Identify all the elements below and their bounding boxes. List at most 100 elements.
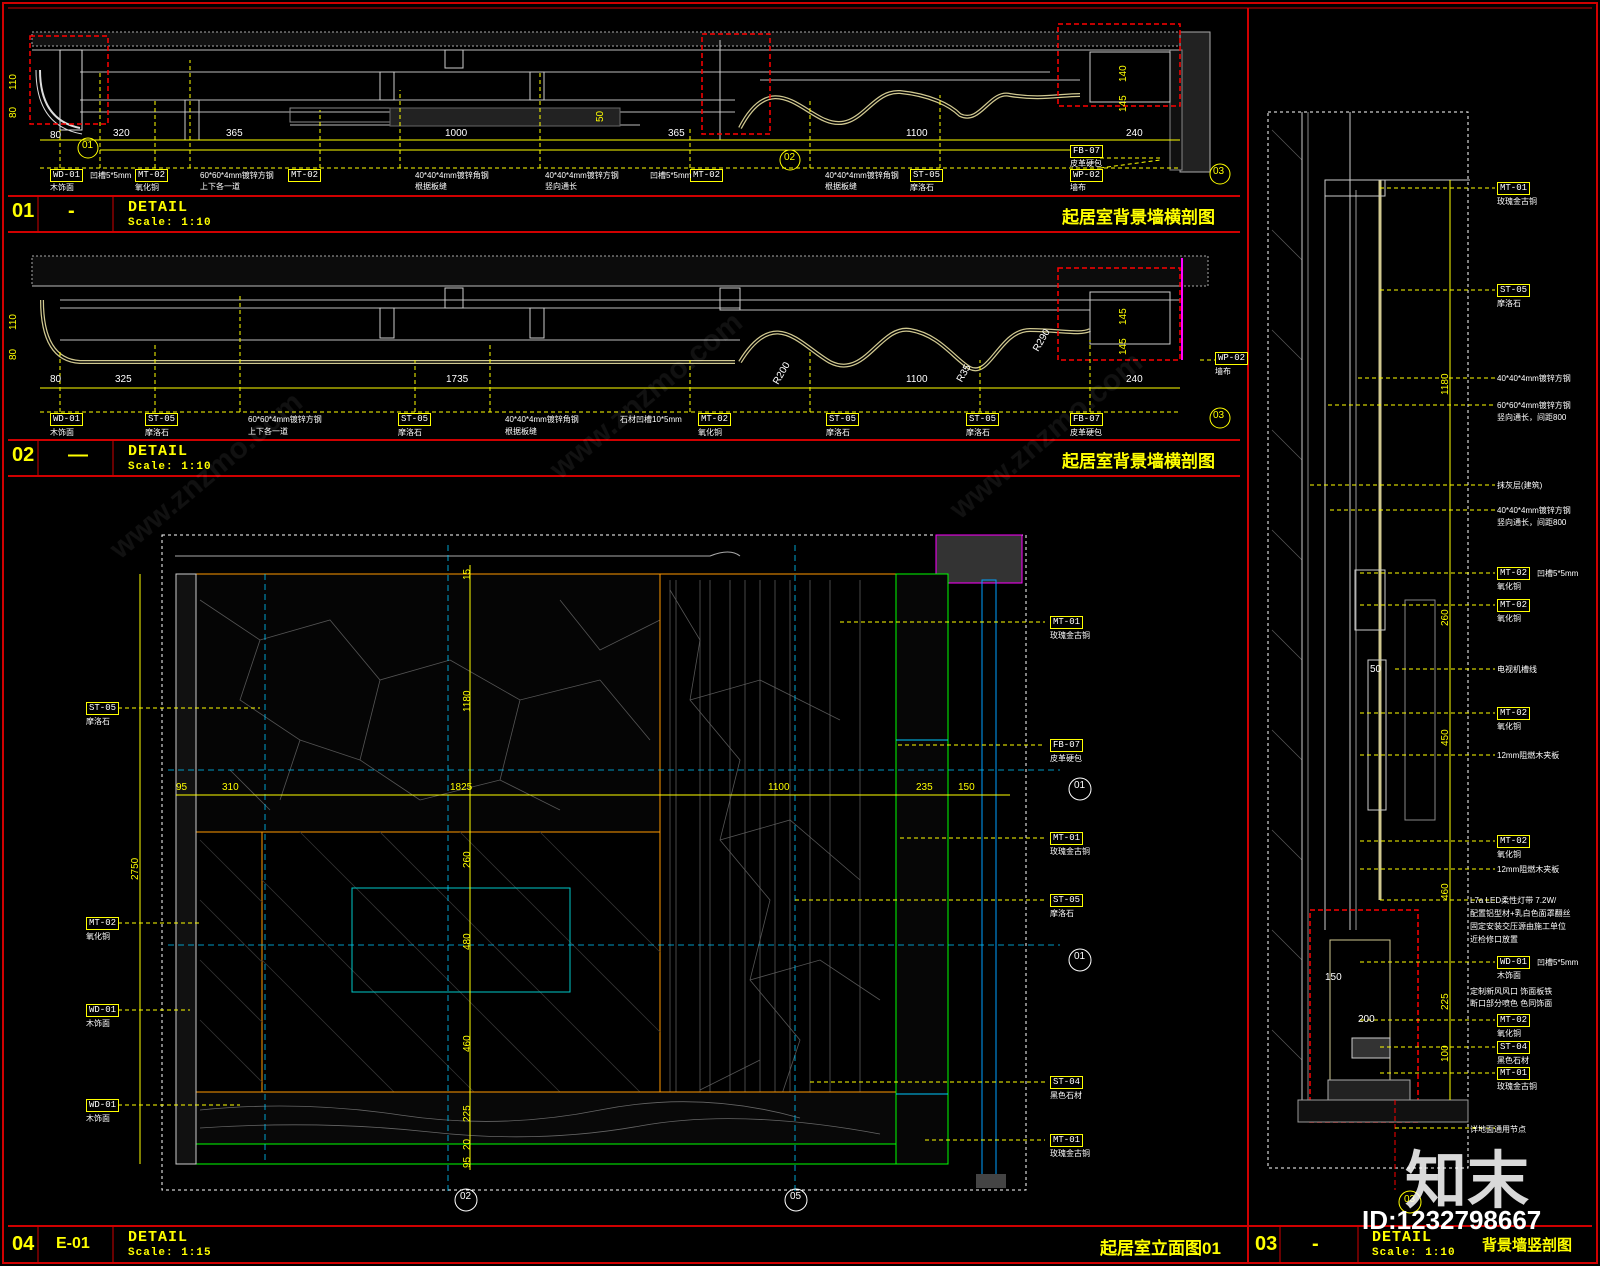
note: 摩洛石 xyxy=(966,428,990,437)
dim: 365 xyxy=(226,128,243,139)
material-tag: WD-01 xyxy=(1497,956,1531,969)
material-tag: ST-05 xyxy=(86,702,120,715)
note: 40*40*4mm镀锌方钢 xyxy=(545,171,619,180)
dim: 1180 xyxy=(462,690,473,712)
section-marker: 02 xyxy=(460,1191,472,1202)
material-tag: WD-01 xyxy=(50,413,84,426)
note: 上下各一道 xyxy=(248,427,288,436)
dim: 1735 xyxy=(446,374,469,385)
dim: 260 xyxy=(462,851,473,868)
material-tag: FB-07 xyxy=(1050,739,1084,752)
note: 电视机槽线 xyxy=(1497,665,1537,674)
dim: 225 xyxy=(462,1105,473,1122)
material-tag: MT-01 xyxy=(1497,1067,1531,1080)
note: 玫瑰金古铜 xyxy=(1497,1082,1537,1091)
note: 配置铝型材+乳白色面罩翻丝 xyxy=(1470,909,1571,918)
note: 皮革硬包 xyxy=(1070,159,1102,168)
material-tag: FB-07 xyxy=(1070,145,1104,158)
note: 60*60*4mm镀锌方钢 xyxy=(1497,401,1571,410)
note: 摩洛石 xyxy=(1050,909,1074,918)
note: 竖向通长 xyxy=(545,182,577,191)
panel-04-number: 04 xyxy=(12,1233,35,1255)
panel-01-number: 01 xyxy=(12,200,35,222)
dim: 95 xyxy=(462,1156,473,1168)
panel-04-title: 起居室立面图01 xyxy=(1100,1239,1221,1258)
material-tag: ST-05 xyxy=(826,413,860,426)
note: 摩洛石 xyxy=(145,428,169,437)
note: 定制新风风口 饰面板铁 xyxy=(1470,987,1553,996)
dim: 365 xyxy=(668,128,685,139)
note: 氧化铜 xyxy=(1497,850,1521,859)
panel-03-scale: Scale: 1:10 xyxy=(1372,1247,1456,1259)
dim: 145 xyxy=(1118,95,1129,112)
material-tag: ST-05 xyxy=(1497,284,1531,297)
dim: 260 xyxy=(1440,609,1451,626)
material-tag: MT-02 xyxy=(698,413,732,426)
panel-03-number: 03 xyxy=(1255,1233,1278,1255)
note: 凹槽5*5mm xyxy=(1537,569,1579,578)
note: 黑色石材 xyxy=(1497,1056,1529,1065)
dim: 145 xyxy=(1118,338,1129,355)
note: 氧化铜 xyxy=(86,932,110,941)
material-tag: MT-02 xyxy=(1497,835,1531,848)
dim: 150 xyxy=(1325,972,1342,983)
material-tag: ST-05 xyxy=(966,413,1000,426)
material-tag: MT-02 xyxy=(1497,1014,1531,1027)
dim: 1100 xyxy=(768,782,790,793)
material-tag: MT-02 xyxy=(690,169,724,182)
note: 60*60*4mm镀锌方钢 xyxy=(200,171,274,180)
note: 玫瑰金古铜 xyxy=(1050,847,1090,856)
dim: 20 xyxy=(462,1138,473,1150)
note: 墙布 xyxy=(1070,183,1086,192)
note: 摩洛石 xyxy=(86,717,110,726)
panel-03-code: - xyxy=(1312,1233,1319,1255)
watermark-id: ID:1232798667 xyxy=(1362,1205,1542,1235)
material-tag: ST-05 xyxy=(398,413,432,426)
material-tag: FB-07 xyxy=(1070,413,1104,426)
material-tag: MT-02 xyxy=(1497,599,1531,612)
note: 根据板缝 xyxy=(825,182,857,191)
panel-02-title: 起居室背景墙横剖图 xyxy=(1062,452,1215,471)
dim: 140 xyxy=(1118,65,1129,82)
callout-01: 01 xyxy=(82,140,94,151)
material-tag: MT-02 xyxy=(86,917,120,930)
material-tag: WD-01 xyxy=(50,169,84,182)
note: 石材凹槽10*5mm xyxy=(620,415,682,424)
material-tag: MT-02 xyxy=(1497,567,1531,580)
note: 40*40*4mm镀锌角钢 xyxy=(505,415,579,424)
dim: 145 xyxy=(1118,308,1129,325)
note: 竖向通长，间距800 xyxy=(1497,518,1567,527)
panel-01-drawing xyxy=(29,23,1231,185)
note: 墙布 xyxy=(1215,367,1231,376)
material-tag: WP-02 xyxy=(1070,169,1104,182)
dim: 2750 xyxy=(130,857,141,880)
note: 玫瑰金古铜 xyxy=(1050,631,1090,640)
panel-03-section xyxy=(1267,111,1495,1214)
material-tag: MT-01 xyxy=(1497,182,1531,195)
note: 玫瑰金古铜 xyxy=(1050,1149,1090,1158)
panel-03-title: 背景墙竖剖图 xyxy=(1482,1237,1573,1254)
note: 黑色石材 xyxy=(1050,1091,1082,1100)
panel-01-title: 起居室背景墙横剖图 xyxy=(1062,208,1215,227)
dim: 1100 xyxy=(906,374,928,385)
dim: 1100 xyxy=(906,128,928,139)
dim: 50 xyxy=(595,110,606,122)
note: 12mm阻燃木夹板 xyxy=(1497,865,1560,874)
section-marker: 05 xyxy=(790,1191,802,1202)
note: 凹槽5*5mm xyxy=(650,171,692,180)
note: 凹槽5*5mm xyxy=(1537,958,1579,967)
note: 40*40*4mm镀锌角钢 xyxy=(825,171,899,180)
dim: 320 xyxy=(113,128,130,139)
dim: 460 xyxy=(1440,883,1451,900)
material-tag: WP-02 xyxy=(1215,352,1249,365)
note: 木饰面 xyxy=(86,1019,110,1028)
note: 氧化铜 xyxy=(1497,1029,1521,1038)
note: 近检修口放置 xyxy=(1470,935,1518,944)
material-tag: ST-05 xyxy=(1050,894,1084,907)
dim: 100 xyxy=(1440,1045,1451,1062)
panel-04-code: E-01 xyxy=(56,1235,90,1252)
panel-04-elevation xyxy=(118,534,1092,1212)
material-tag: MT-02 xyxy=(1497,707,1531,720)
note: 上下各一道 xyxy=(200,182,240,191)
note: 40*40*4mm镀锌方钢 xyxy=(1497,506,1571,515)
